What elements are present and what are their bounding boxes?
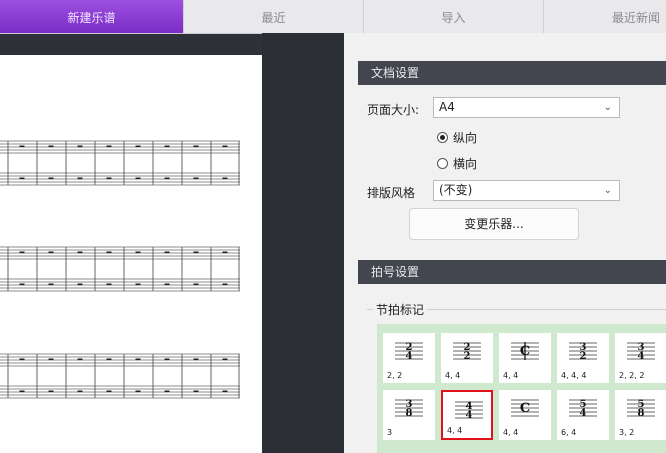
time-signature-caption: 4, 4 (447, 426, 463, 435)
time-signature-denominator: 4 (638, 351, 645, 362)
common-time-symbol: C (520, 401, 530, 416)
time-signature-icon: C (511, 399, 539, 417)
page-size-value: A4 (439, 100, 455, 114)
time-signature-icon: 38 (395, 399, 423, 419)
chevron-down-icon: ⌄ (603, 102, 612, 113)
time-signature-settings-header: 拍号设置 (358, 260, 666, 284)
chevron-down-icon: ⌄ (603, 185, 612, 196)
time-signature-denominator: 2 (580, 351, 587, 362)
score-system (0, 139, 240, 189)
time-signature-option[interactable]: 383 (383, 390, 435, 440)
time-signature-option[interactable]: 2 4 2, 2 (383, 333, 435, 383)
time-signature-group-label: 节拍标记 (373, 301, 428, 318)
time-signature-caption: 4, 4 (445, 371, 461, 380)
time-signature-option[interactable]: 3 4 2, 2, 2 (615, 333, 666, 383)
tab-recent-news[interactable]: 最近新闻 (544, 0, 666, 33)
time-signature-caption: 3 (387, 428, 393, 437)
time-signature-denominator: 8 (406, 408, 413, 419)
time-signature-icon: C (511, 342, 539, 360)
time-signature-caption: 4, 4 (503, 371, 519, 380)
time-signature-icon: 44 (455, 401, 483, 421)
score-preview (0, 55, 262, 453)
time-signature-caption: 6, 4 (561, 428, 577, 437)
time-signature-denominator: 8 (638, 408, 645, 419)
orientation-landscape-radio[interactable]: 横向 (437, 155, 477, 172)
time-signature-denominator: 4 (466, 410, 473, 421)
time-signature-option[interactable]: 5 8 3, 2 (615, 390, 666, 440)
tab-new-score[interactable]: 新建乐谱 (0, 0, 184, 33)
score-system (0, 245, 240, 295)
orientation-portrait-label: 纵向 (453, 131, 478, 145)
radio-checked-icon (437, 132, 448, 143)
time-signature-icon: 22 (453, 342, 481, 362)
radio-unchecked-icon (437, 158, 448, 169)
time-signature-icon: 58 (627, 399, 655, 419)
time-signature-icon: 34 (627, 342, 655, 362)
time-signature-caption: 3, 2 (619, 428, 635, 437)
time-signature-caption: 2, 2 (387, 371, 403, 380)
time-signature-caption: 4, 4, 4 (561, 371, 587, 380)
time-signature-denominator: 2 (464, 351, 471, 362)
time-signature-icon: 54 (569, 399, 597, 419)
layout-style-label: 排版风格 (367, 186, 416, 200)
staff-lines (0, 140, 240, 186)
time-signature-option[interactable]: C 4, 4 (499, 390, 551, 440)
time-signature-option[interactable]: 2 2 4, 4 (441, 333, 493, 383)
document-settings-header: 文档设置 (358, 61, 666, 85)
time-signature-denominator: 4 (406, 351, 413, 362)
tab-recent[interactable]: 最近 (184, 0, 364, 33)
layout-style-select[interactable]: (不变) ⌄ (433, 180, 620, 201)
tab-import[interactable]: 导入 (364, 0, 544, 33)
time-signature-option[interactable]: C 4, 4 (499, 333, 551, 383)
change-instruments-button[interactable]: 变更乐器... (409, 208, 579, 240)
staff-lines (0, 353, 240, 399)
time-signature-caption: 4, 4 (503, 428, 519, 437)
time-signature-icon: 24 (395, 342, 423, 362)
time-signature-caption: 2, 2, 2 (619, 371, 645, 380)
tab-bar: 新建乐谱 最近 导入 最近新闻 (0, 0, 666, 34)
time-signature-option[interactable]: 5 4 6, 4 (557, 390, 609, 440)
page-size-label: 页面大小: (367, 103, 420, 117)
time-signature-icon: 32 (569, 342, 597, 362)
page-size-select[interactable]: A4 ⌄ (433, 97, 620, 118)
time-signature-grid: 242, 2224, 4C4, 4324, 4, 4342, 2, 238344… (377, 324, 666, 453)
staff-lines (0, 246, 240, 292)
orientation-portrait-radio[interactable]: 纵向 (437, 129, 477, 146)
score-system (0, 352, 240, 402)
layout-style-value: (不变) (439, 183, 473, 197)
time-signature-option[interactable]: 4 4 4, 4 (441, 390, 493, 440)
orientation-landscape-label: 横向 (453, 157, 478, 171)
panel-divider (262, 33, 344, 453)
time-signature-option[interactable]: 3 2 4, 4, 4 (557, 333, 609, 383)
time-signature-denominator: 4 (580, 408, 587, 419)
